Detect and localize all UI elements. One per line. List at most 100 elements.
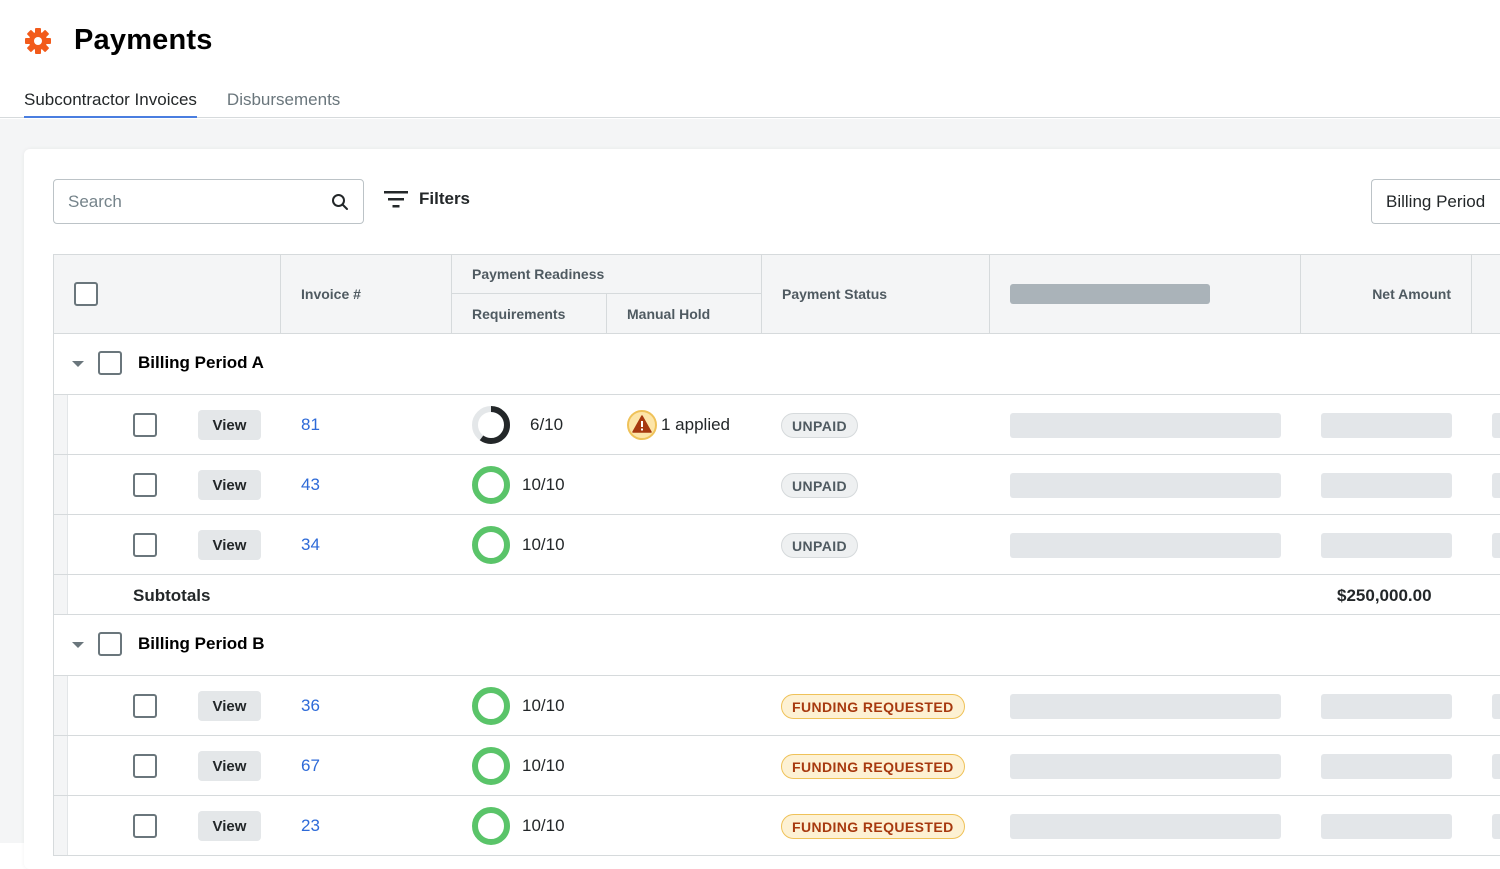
- net-amount-placeholder: [1321, 814, 1452, 839]
- payment-status-badge: FUNDING REQUESTED: [781, 754, 965, 779]
- row-checkbox[interactable]: [133, 533, 157, 557]
- invoice-link[interactable]: 67: [301, 756, 320, 776]
- header-extra: [1472, 255, 1500, 333]
- row-checkbox[interactable]: [133, 473, 157, 497]
- group-label: Billing Period A: [138, 353, 264, 372]
- net-amount-placeholder: [1321, 533, 1452, 558]
- group-by-select[interactable]: Billing Period: [1371, 179, 1500, 224]
- invoices-card: Filters Billing Period Invoice # Payment…: [24, 149, 1500, 869]
- redacted-cell-placeholder: [1010, 533, 1281, 558]
- view-button[interactable]: View: [198, 811, 261, 841]
- payment-status-badge: UNPAID: [781, 473, 859, 498]
- row-indent: [54, 575, 68, 614]
- table-row: View 81 6/10 1 applied UNPAID: [53, 395, 1500, 455]
- redacted-cell-placeholder: [1010, 694, 1281, 719]
- invoice-link[interactable]: 81: [301, 415, 320, 435]
- view-button[interactable]: View: [198, 751, 261, 781]
- view-button[interactable]: View: [198, 470, 261, 500]
- collapse-caret-icon[interactable]: [72, 642, 84, 648]
- row-checkbox[interactable]: [133, 413, 157, 437]
- extra-cell-placeholder: [1492, 754, 1500, 779]
- row-indent: [54, 796, 68, 855]
- manual-hold-text: 1 applied: [661, 415, 731, 434]
- tab-disbursements[interactable]: Disbursements: [227, 90, 340, 118]
- group-row: Billing Period B: [53, 615, 1500, 676]
- invoices-table: Invoice # Payment Readiness Requirements…: [53, 254, 1500, 856]
- invoice-link[interactable]: 34: [301, 535, 320, 555]
- requirements-count: 10/10: [522, 756, 565, 775]
- requirements-count: 10/10: [522, 816, 565, 835]
- page-header: Payments Subcontractor Invoices Disburse…: [0, 0, 1500, 118]
- table-row: View 67 10/10 FUNDING REQUESTED: [53, 736, 1500, 796]
- subtotal-row: Subtotals $250,000.00: [53, 575, 1500, 615]
- requirements-count: 10/10: [522, 696, 565, 715]
- table-row: View 43 10/10 UNPAID: [53, 455, 1500, 515]
- invoice-link[interactable]: 43: [301, 475, 320, 495]
- requirements-count: 10/10: [522, 535, 565, 554]
- table-row: View 34 10/10 UNPAID: [53, 515, 1500, 575]
- view-button[interactable]: View: [198, 530, 261, 560]
- header-manual-hold[interactable]: Manual Hold: [607, 294, 762, 333]
- filters-label: Filters: [419, 189, 471, 208]
- table-header: Invoice # Payment Readiness Requirements…: [53, 254, 1500, 334]
- filter-icon: [384, 191, 408, 208]
- redacted-cell-placeholder: [1010, 473, 1281, 498]
- row-indent: [54, 676, 68, 735]
- title-row: Payments: [24, 24, 213, 57]
- header-payment-status[interactable]: Payment Status: [762, 255, 990, 333]
- table-body: Billing Period A View 81 6/10 1 applied UNPAI…: [53, 334, 1500, 856]
- invoice-link[interactable]: 23: [301, 816, 320, 836]
- subtotal-amount: $250,000.00: [1337, 586, 1432, 605]
- requirements-progress-ring: [472, 526, 510, 564]
- redacted-cell-placeholder: [1010, 754, 1281, 779]
- requirements-count: 6/10: [530, 415, 564, 434]
- header-select-cell: [54, 255, 281, 333]
- ring-track: [472, 526, 510, 564]
- ring-track: [472, 687, 510, 725]
- header-invoice[interactable]: Invoice #: [281, 255, 452, 333]
- net-amount-placeholder: [1321, 754, 1452, 779]
- row-checkbox[interactable]: [133, 694, 157, 718]
- row-checkbox[interactable]: [133, 754, 157, 778]
- view-button[interactable]: View: [198, 410, 261, 440]
- page-body: Filters Billing Period Invoice # Payment…: [0, 119, 1500, 869]
- search-icon[interactable]: [331, 193, 349, 211]
- payment-status-badge: UNPAID: [781, 533, 859, 558]
- payment-status-badge: FUNDING REQUESTED: [781, 694, 965, 719]
- select-all-checkbox[interactable]: [74, 282, 98, 306]
- header-payment-readiness: Payment Readiness: [452, 255, 762, 294]
- row-checkbox[interactable]: [133, 814, 157, 838]
- table-row: View 36 10/10 FUNDING REQUESTED: [53, 676, 1500, 736]
- requirements-progress-ring: [472, 807, 510, 845]
- requirements-progress-ring: [472, 406, 510, 444]
- row-indent: [54, 515, 68, 574]
- manual-hold-indicator[interactable]: 1 applied: [626, 409, 730, 441]
- payment-status-badge: FUNDING REQUESTED: [781, 814, 965, 839]
- extra-cell-placeholder: [1492, 694, 1500, 719]
- toolbar: Filters Billing Period: [53, 179, 1500, 225]
- subtotal-label: Subtotals: [133, 586, 211, 605]
- collapse-caret-icon[interactable]: [72, 361, 84, 367]
- header-redacted: [990, 255, 1301, 333]
- search-input[interactable]: [68, 191, 331, 212]
- warning-icon: [627, 410, 657, 440]
- filters-button[interactable]: Filters: [383, 188, 470, 210]
- tab-bar: Subcontractor Invoices Disbursements: [24, 90, 370, 118]
- page-title: Payments: [74, 24, 213, 56]
- invoice-link[interactable]: 36: [301, 696, 320, 716]
- tab-subcontractor-invoices[interactable]: Subcontractor Invoices: [24, 90, 197, 118]
- group-checkbox[interactable]: [98, 351, 122, 375]
- ring-track: [472, 747, 510, 785]
- redacted-cell-placeholder: [1010, 413, 1281, 438]
- group-checkbox[interactable]: [98, 632, 122, 656]
- extra-cell-placeholder: [1492, 413, 1500, 438]
- row-indent: [54, 395, 68, 454]
- requirements-progress-ring: [472, 687, 510, 725]
- header-requirements[interactable]: Requirements: [452, 294, 607, 333]
- redacted-cell-placeholder: [1010, 814, 1281, 839]
- header-net-amount[interactable]: Net Amount: [1301, 255, 1472, 333]
- view-button[interactable]: View: [198, 691, 261, 721]
- payment-status-badge: UNPAID: [781, 413, 859, 438]
- ring-track: [472, 807, 510, 845]
- redacted-header-bar: [1010, 284, 1210, 304]
